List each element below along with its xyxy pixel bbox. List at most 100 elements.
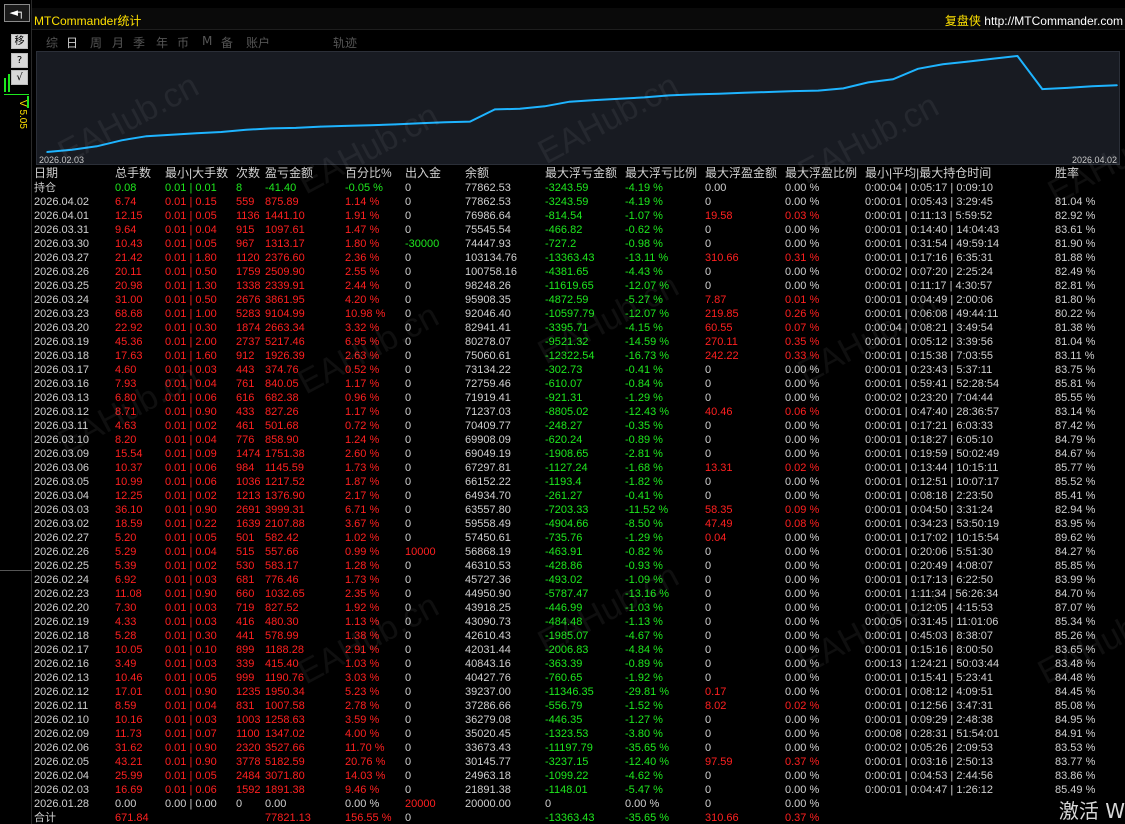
table-row[interactable]: 2026.03.06 10.37 0.01 | 0.06 984 1145.59 1.73… — [32, 461, 1125, 475]
table-row[interactable]: 2026.03.02 18.59 0.01 | 0.22 1639 2107.88 3.6… — [32, 517, 1125, 531]
cell: 0.01 | 0.03 — [165, 658, 217, 670]
cell: -13363.43 — [545, 252, 595, 264]
table-row[interactable]: 2026.03.26 20.11 0.01 | 0.50 1759 2509.90 2.5… — [32, 265, 1125, 279]
cell: -0.89 % — [625, 434, 663, 446]
table-row[interactable]: 2026.03.20 22.92 0.01 | 0.30 1874 2663.34 3.3… — [32, 321, 1125, 335]
table-row[interactable]: 2026.02.23 11.08 0.01 | 0.90 660 1032.65 2.35… — [32, 587, 1125, 601]
table-row[interactable]: 2026.02.25 5.39 0.01 | 0.02 530 583.17 1.28 %… — [32, 559, 1125, 573]
tab-8[interactable]: 备 — [221, 34, 233, 51]
cell: 0 — [705, 798, 712, 810]
tab-4[interactable]: 季 — [133, 34, 145, 51]
table-row[interactable]: 2026.03.23 68.68 0.01 | 1.00 5283 9104.99 10.… — [32, 307, 1125, 321]
cell: 0.00 % — [785, 644, 820, 656]
brand[interactable]: 复盘侠 http://MTCommander.com — [945, 12, 1123, 29]
brand-url[interactable]: http://MTCommander.com — [984, 14, 1123, 28]
help-button[interactable]: ? — [11, 53, 28, 68]
app-title: MTCommander统计 — [34, 14, 142, 28]
table-row[interactable]: 2026.02.16 3.49 0.01 | 0.03 339 415.40 1.03 %… — [32, 657, 1125, 671]
cell: 2026.02.27 — [34, 532, 90, 544]
table-row[interactable]: 2026.03.17 4.60 0.01 | 0.03 443 374.76 0.52 %… — [32, 363, 1125, 377]
cell: 0.00 % — [785, 546, 820, 558]
table-row[interactable]: 2026.02.26 5.29 0.01 | 0.04 515 557.66 0.99 %… — [32, 545, 1125, 559]
tab-2[interactable]: 周 — [90, 34, 102, 51]
table-row[interactable]: 2026.02.11 8.59 0.01 | 0.04 831 1007.58 2.78 … — [32, 699, 1125, 713]
cell: 83.11 % — [1055, 350, 1095, 362]
table-row[interactable]: 2026.03.10 8.20 0.01 | 0.04 776 858.90 1.24 %… — [32, 433, 1125, 447]
cell: 0 — [405, 420, 412, 432]
cell: 0.00 % — [785, 532, 820, 544]
table-row[interactable]: 2026.03.03 36.10 0.01 | 0.90 2691 3999.31 6.7… — [32, 503, 1125, 517]
tab-6[interactable]: 币 — [177, 34, 189, 51]
cell: 4.60 — [115, 364, 137, 376]
table-row[interactable]: 2026.03.18 17.63 0.01 | 1.60 912 1926.39 2.63… — [32, 349, 1125, 363]
table-row[interactable]: 2026.02.05 43.21 0.01 | 0.90 3778 5182.59 20.… — [32, 755, 1125, 769]
table-row[interactable]: 2026.03.13 6.80 0.01 | 0.06 616 682.38 0.96 %… — [32, 391, 1125, 405]
table-row[interactable]: 2026.02.04 25.99 0.01 | 0.05 2484 3071.80 14.… — [32, 769, 1125, 783]
table-row[interactable]: 2026.02.13 10.46 0.01 | 0.05 999 1190.76 3.03… — [32, 671, 1125, 685]
cell: 0 — [705, 602, 712, 614]
holding-row[interactable]: 持仓 0.08 0.01 | 0.01 8 -41.40 -0.05 % 0 77862.53… — [32, 181, 1125, 195]
cell: 0 — [405, 560, 412, 572]
tab-7[interactable]: M — [202, 34, 212, 48]
cell: 0 — [705, 476, 712, 488]
cell: 0:00:01 | 0:20:49 | 4:08:07 — [865, 560, 994, 572]
cell: 0.01 | 0.06 — [165, 462, 217, 474]
table-row[interactable]: 2026.02.27 5.20 0.01 | 0.05 501 582.42 1.02 %… — [32, 531, 1125, 545]
cell: 1.38 % — [345, 630, 380, 642]
cell: 2026.02.23 — [34, 588, 90, 600]
table-row[interactable]: 2026.03.27 21.42 0.01 | 1.80 1120 2376.60 2.3… — [32, 251, 1125, 265]
cell: 6.92 — [115, 574, 137, 586]
total-row[interactable]: 合计 671.84 77821.13 156.55 % 0 -13363.43 -35.65… — [32, 811, 1125, 824]
tab-1[interactable]: 日 — [66, 34, 78, 51]
table-row[interactable]: 2026.02.09 11.73 0.01 | 0.07 1100 1347.02 4.0… — [32, 727, 1125, 741]
table-row[interactable]: 2026.02.03 16.69 0.01 | 0.06 1592 1891.38 9.4… — [32, 783, 1125, 797]
table-row[interactable]: 2026.02.10 10.16 0.01 | 0.03 1003 1258.63 3.5… — [32, 713, 1125, 727]
cell: 0:00:01 | 0:14:40 | 14:04:43 — [865, 224, 1000, 236]
cell: 0 — [705, 616, 712, 628]
cell: 4.00 % — [345, 728, 380, 740]
table-row[interactable]: 2026.02.12 17.01 0.01 | 0.90 1235 1950.34 5.2… — [32, 685, 1125, 699]
table-row[interactable]: 2026.03.09 15.54 0.01 | 0.09 1474 1751.38 2.6… — [32, 447, 1125, 461]
table-row[interactable]: 2026.03.31 9.64 0.01 | 0.04 915 1097.61 1.47 … — [32, 223, 1125, 237]
cell: 0 — [405, 532, 412, 544]
cell: 0:00:04 | 0:08:21 | 3:49:54 — [865, 322, 994, 334]
table-row[interactable]: 2026.04.02 6.74 0.01 | 0.15 559 875.89 1.14 %… — [32, 195, 1125, 209]
table-row[interactable]: 2026.03.04 12.25 0.01 | 0.02 1213 1376.90 2.1… — [32, 489, 1125, 503]
table-row[interactable]: 2026.01.28 0.00 0.00 | 0.00 0 0.00 0.00 % 2000… — [32, 797, 1125, 811]
table-row[interactable]: 2026.03.12 8.71 0.01 | 0.90 433 827.26 1.17 %… — [32, 405, 1125, 419]
cell: 0.01 | 0.04 — [165, 700, 217, 712]
table-row[interactable]: 2026.03.11 4.63 0.01 | 0.02 461 501.68 0.72 %… — [32, 419, 1125, 433]
table-row[interactable]: 2026.02.19 4.33 0.01 | 0.03 416 480.30 1.13 %… — [32, 615, 1125, 629]
cell: -4904.66 — [545, 518, 589, 530]
table-row[interactable]: 2026.03.30 10.43 0.01 | 0.05 967 1313.17 1.80… — [32, 237, 1125, 251]
collapse-button[interactable]: ◄┐ — [4, 4, 30, 22]
tab-10[interactable]: 轨迹 — [333, 34, 357, 51]
cell: 2026.03.04 — [34, 490, 90, 502]
cell: -35.65 % — [625, 742, 670, 754]
tab-0[interactable]: 综 — [46, 34, 58, 51]
cell: 10.16 — [115, 714, 143, 726]
table-row[interactable]: 2026.03.05 10.99 0.01 | 0.06 1036 1217.52 1.8… — [32, 475, 1125, 489]
table-row[interactable]: 2026.03.16 7.93 0.01 | 0.04 761 840.05 1.17 %… — [32, 377, 1125, 391]
cell: 1.17 % — [345, 378, 380, 390]
cell: -10597.79 — [545, 308, 595, 320]
cell: 5.23 % — [345, 686, 380, 698]
cell: 81.04 % — [1055, 336, 1096, 348]
table-row[interactable]: 2026.03.25 20.98 0.01 | 1.30 1338 2339.91 2.4… — [32, 279, 1125, 293]
table-row[interactable]: 2026.04.01 12.15 0.01 | 0.05 1136 1441.10 1.9… — [32, 209, 1125, 223]
table-row[interactable]: 2026.02.06 31.62 0.01 | 0.90 2320 3527.66 11.… — [32, 741, 1125, 755]
table-row[interactable]: 2026.02.18 5.28 0.01 | 0.30 441 578.99 1.38 %… — [32, 629, 1125, 643]
tab-9[interactable]: 账户 — [246, 34, 270, 51]
table-row[interactable]: 2026.03.24 31.00 0.01 | 0.50 2676 3861.95 4.2… — [32, 293, 1125, 307]
cell: 100758.16 — [465, 266, 517, 278]
cell: 875.89 — [265, 196, 299, 208]
table-row[interactable]: 2026.02.20 7.30 0.01 | 0.03 719 827.52 1.92 %… — [32, 601, 1125, 615]
table-row[interactable]: 2026.02.17 10.05 0.01 | 0.10 899 1188.28 2.91… — [32, 643, 1125, 657]
tab-3[interactable]: 月 — [112, 34, 124, 51]
table-row[interactable]: 2026.03.19 45.36 0.01 | 2.00 2737 5217.46 6.9… — [32, 335, 1125, 349]
cell: 0.01 | 0.30 — [165, 322, 217, 334]
cell: -261.27 — [545, 490, 583, 502]
tab-5[interactable]: 年 — [156, 34, 168, 51]
move-button[interactable]: 移 — [11, 34, 28, 49]
table-row[interactable]: 2026.02.24 6.92 0.01 | 0.03 681 776.46 1.73 %… — [32, 573, 1125, 587]
